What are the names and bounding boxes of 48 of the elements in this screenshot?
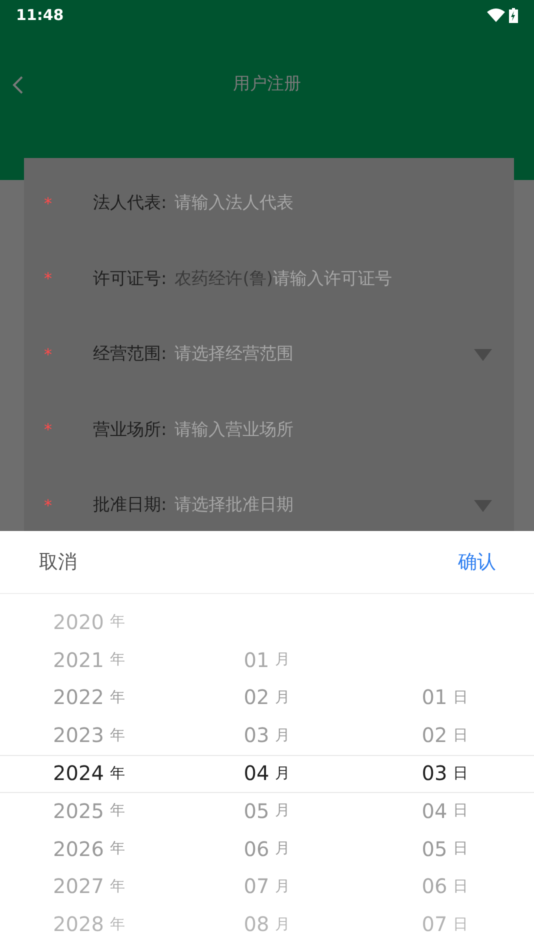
field-label: 批准日期:: [93, 494, 167, 517]
wifi-icon: [487, 8, 505, 22]
picker-option[interactable]: 04 日: [356, 792, 534, 830]
back-icon[interactable]: [12, 76, 24, 94]
field-label: 经营范围:: [93, 343, 167, 366]
picker-option[interactable]: 01 日: [356, 678, 534, 716]
confirm-button[interactable]: 确认: [458, 548, 496, 576]
picker-option[interactable]: 06 日: [356, 868, 534, 906]
field-label: 许可证号:: [93, 268, 167, 290]
picker-option[interactable]: 03 月: [178, 716, 356, 754]
picker-option[interactable]: 2026 年: [0, 830, 178, 868]
picker-option[interactable]: 2024 年: [0, 754, 178, 792]
picker-option[interactable]: 2025 年: [0, 792, 178, 830]
picker-option[interactable]: 02 日: [356, 716, 534, 754]
picker-option[interactable]: 03 日: [356, 754, 534, 792]
dropdown-icon[interactable]: [474, 348, 492, 361]
battery-icon: [509, 8, 518, 22]
picker-option[interactable]: 04 月: [178, 754, 356, 792]
picker-option[interactable]: 05 日: [356, 830, 534, 868]
picker-option[interactable]: 08 月: [178, 905, 356, 944]
field-label: 法人代表:: [93, 192, 167, 215]
select-field[interactable]: 请选择批准日期: [174, 493, 294, 518]
field-label: 营业场所:: [93, 418, 167, 442]
picker-option[interactable]: 07 月: [178, 868, 356, 906]
picker-option[interactable]: 02 月: [178, 678, 356, 716]
input-field[interactable]: 请输入营业场所: [174, 418, 294, 443]
picker-option[interactable]: 2028 年: [0, 905, 178, 944]
picker-option[interactable]: 2020 年: [0, 603, 178, 641]
required-mark: *: [44, 496, 52, 515]
status-time: 11:48: [16, 4, 64, 26]
picker-option[interactable]: 2023 年: [0, 716, 178, 754]
picker-option[interactable]: 2022 年: [0, 678, 178, 716]
required-mark: *: [44, 269, 52, 288]
required-mark: *: [44, 194, 52, 213]
input-field[interactable]: 请输入法人代表: [174, 191, 294, 216]
picker-option[interactable]: 07 日: [356, 905, 534, 944]
input-field[interactable]: 请输入许可证号: [273, 266, 392, 292]
picker-option[interactable]: 05 月: [178, 792, 356, 830]
picker-option[interactable]: 2027 年: [0, 868, 178, 906]
picker-option[interactable]: 06 月: [178, 830, 356, 868]
picker-option[interactable]: 2021 年: [0, 640, 178, 679]
required-mark: *: [44, 344, 52, 364]
select-field[interactable]: 请选择经营范围: [174, 342, 294, 368]
dropdown-icon[interactable]: [474, 500, 492, 512]
picker-option[interactable]: 01 月: [178, 640, 356, 679]
cancel-button[interactable]: 取消: [39, 548, 77, 576]
page-title: 用户注册: [233, 73, 301, 96]
required-mark: *: [44, 420, 52, 440]
